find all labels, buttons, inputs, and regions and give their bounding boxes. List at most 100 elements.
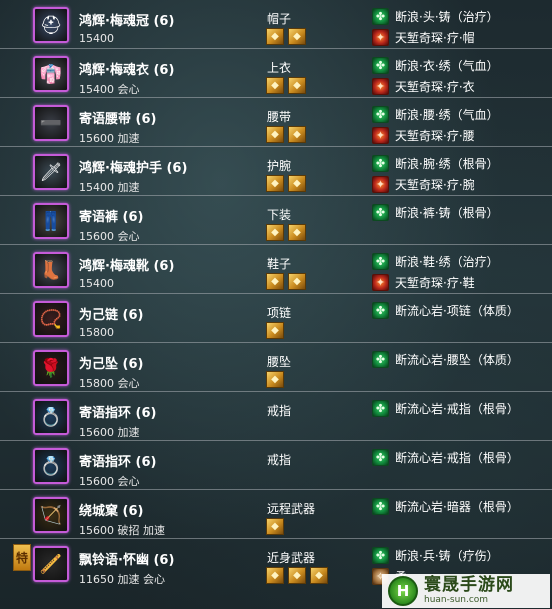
helmet-icon[interactable]: ⛑: [33, 7, 69, 43]
equipment-row[interactable]: ⛑ 鸿辉·梅魂冠 (6) 15400 帽子 ◆ ◆ ✤ 断浪·头·铸（治疗） ✦ 天堑奇琛·疗·帽: [0, 0, 552, 49]
enchant-green-icon[interactable]: ✤: [372, 547, 389, 564]
item-stats: 15600 破招 加速: [79, 524, 165, 537]
boots-icon[interactable]: 👢: [33, 252, 69, 288]
gem-icon[interactable]: ◆: [266, 567, 284, 584]
gem-slots: ◆: [266, 322, 284, 339]
belt-icon[interactable]: ➖: [33, 105, 69, 141]
item-name[interactable]: 鸿辉·梅魂衣 (6): [79, 59, 174, 78]
gem-icon[interactable]: ◆: [266, 28, 284, 45]
item-name[interactable]: 为己坠 (6): [79, 353, 143, 372]
robe-icon[interactable]: 👘: [33, 56, 69, 92]
gem-icon[interactable]: ◆: [288, 126, 306, 143]
slot-name: 远程武器: [267, 502, 316, 516]
gem-icon[interactable]: ◆: [288, 77, 306, 94]
enchant-text: 天堑奇琛·疗·衣: [395, 80, 475, 94]
gem-icon[interactable]: ◆: [310, 567, 328, 584]
enchant-green-icon[interactable]: ✤: [372, 8, 389, 25]
equipment-row[interactable]: 🌹 为己坠 (6) 15800 会心 腰坠 ◆ ✤ 断流心岩·腰坠（体质）: [0, 343, 552, 392]
pendant-icon[interactable]: 🌹: [33, 350, 69, 386]
equipment-row[interactable]: 👢 鸿辉·梅魂靴 (6) 15400 鞋子 ◆ ◆ ✤ 断浪·鞋·绣（治疗） ✦ 天堑奇琛·疗·鞋: [0, 245, 552, 294]
enchant-green-icon[interactable]: ✤: [372, 400, 389, 417]
slot-name: 戒指: [267, 453, 292, 467]
slot-name: 腰带: [267, 110, 292, 124]
gem-icon[interactable]: ◆: [288, 567, 306, 584]
gem-icon[interactable]: ◆: [288, 224, 306, 241]
ranged-weapon-icon[interactable]: 🏹: [33, 497, 69, 533]
enchant-green-icon[interactable]: ✤: [372, 253, 389, 270]
enchant-green-icon[interactable]: ✤: [372, 498, 389, 515]
enchant-green-icon[interactable]: ✤: [372, 449, 389, 466]
enchant-text: 断浪·头·铸（治疗）: [395, 10, 499, 24]
enchant-green-icon[interactable]: ✤: [372, 57, 389, 74]
equipment-row[interactable]: 💍 寄语指环 (6) 15600 会心 戒指 ✤ 断流心岩·戒指（根骨）: [0, 441, 552, 490]
slot-name: 项链: [267, 306, 292, 320]
gem-slots: ◆ ◆: [266, 273, 306, 290]
gem-icon[interactable]: ◆: [266, 322, 284, 339]
enchant-red-icon[interactable]: ✦: [372, 78, 389, 95]
enchant-green-icon[interactable]: ✤: [372, 302, 389, 319]
gem-icon[interactable]: ◆: [288, 273, 306, 290]
bracer-icon[interactable]: 🗡: [33, 154, 69, 190]
necklace-icon[interactable]: 📿: [33, 301, 69, 337]
enchant-red-icon[interactable]: ✦: [372, 127, 389, 144]
enchant-line: ✤ 断流心岩·戒指（根骨）: [372, 449, 519, 466]
enchant-red-icon[interactable]: ✦: [372, 176, 389, 193]
gem-icon[interactable]: ◆: [266, 175, 284, 192]
enchant-green-icon[interactable]: ✤: [372, 204, 389, 221]
watermark-logo-icon: H: [388, 576, 418, 606]
enchant-line: ✤ 断浪·腕·绣（根骨）: [372, 155, 499, 172]
item-name[interactable]: 寄语腰带 (6): [79, 108, 156, 127]
pants-icon[interactable]: 👖: [33, 203, 69, 239]
gem-icon[interactable]: ◆: [266, 371, 284, 388]
slot-name: 腰坠: [267, 355, 292, 369]
enchant-text: 断流心岩·项链（体质）: [395, 304, 519, 318]
equipment-row[interactable]: 💍 寄语指环 (6) 15600 加速 戒指 ✤ 断流心岩·戒指（根骨）: [0, 392, 552, 441]
item-name[interactable]: 寄语指环 (6): [79, 451, 156, 470]
item-name[interactable]: 为己链 (6): [79, 304, 143, 323]
item-name[interactable]: 鸿辉·梅魂护手 (6): [79, 157, 187, 176]
enchant-red-icon[interactable]: ✦: [372, 29, 389, 46]
slot-name: 下装: [267, 208, 292, 222]
ring-icon[interactable]: 💍: [33, 448, 69, 484]
gem-icon[interactable]: ◆: [266, 224, 284, 241]
enchant-text: 天堑奇琛·疗·腰: [395, 129, 475, 143]
equipment-row[interactable]: 🏹 绕城窠 (6) 15600 破招 加速 远程武器 ◆ ✤ 断流心岩·暗器（根骨）: [0, 490, 552, 539]
enchant-text: 断流心岩·暗器（根骨）: [395, 500, 519, 514]
item-name[interactable]: 寄语指环 (6): [79, 402, 156, 421]
gem-icon[interactable]: ◆: [266, 77, 284, 94]
slot-name: 戒指: [267, 404, 292, 418]
enchant-text: 断浪·鞋·绣（治疗）: [395, 255, 499, 269]
enchant-text: 断浪·衣·绣（气血）: [395, 59, 499, 73]
enchant-green-icon[interactable]: ✤: [372, 106, 389, 123]
enchant-line: ✦ 天堑奇琛·疗·帽: [372, 29, 475, 46]
enchant-text: 断流心岩·戒指（根骨）: [395, 402, 519, 416]
enchant-line: ✤ 断流心岩·腰坠（体质）: [372, 351, 519, 368]
gem-icon[interactable]: ◆: [266, 273, 284, 290]
enchant-line: ✤ 断浪·衣·绣（气血）: [372, 57, 499, 74]
gem-icon[interactable]: ◆: [288, 175, 306, 192]
slot-name: 鞋子: [267, 257, 292, 271]
item-name[interactable]: 绕城窠 (6): [79, 500, 143, 519]
equipment-row[interactable]: 📿 为己链 (6) 15800 项链 ◆ ✤ 断流心岩·项链（体质）: [0, 294, 552, 343]
melee-weapon-icon[interactable]: 🪈: [33, 546, 69, 582]
item-name[interactable]: 鸿辉·梅魂冠 (6): [79, 10, 174, 29]
enchant-line: ✤ 断浪·兵·铸（疗伤）: [372, 547, 499, 564]
gem-slots: ◆ ◆: [266, 175, 306, 192]
gem-icon[interactable]: ◆: [266, 518, 284, 535]
equipment-row[interactable]: ➖ 寄语腰带 (6) 15600 加速 腰带 ◆ ◆ ✤ 断浪·腰·绣（气血） ✦ 天堑奇琛·疗·…: [0, 98, 552, 147]
item-name[interactable]: 鸿辉·梅魂靴 (6): [79, 255, 174, 274]
equipment-row[interactable]: 👘 鸿辉·梅魂衣 (6) 15400 会心 上衣 ◆ ◆ ✤ 断浪·衣·绣（气血） ✦ 天堑奇琛·…: [0, 49, 552, 98]
enchant-line: ✦ 天堑奇琛·疗·腰: [372, 127, 475, 144]
item-name[interactable]: 寄语裤 (6): [79, 206, 143, 225]
equipment-row[interactable]: 👖 寄语裤 (6) 15600 会心 下装 ◆ ◆ ✤ 断浪·裤·铸（根骨）: [0, 196, 552, 245]
equipment-row[interactable]: 🗡 鸿辉·梅魂护手 (6) 15400 加速 护腕 ◆ ◆ ✤ 断浪·腕·绣（根骨） ✦ 天堑奇琛…: [0, 147, 552, 196]
enchant-green-icon[interactable]: ✤: [372, 155, 389, 172]
item-stats: 15800: [79, 326, 114, 339]
enchant-red-icon[interactable]: ✦: [372, 274, 389, 291]
ring-icon[interactable]: 💍: [33, 399, 69, 435]
gem-icon[interactable]: ◆: [266, 126, 284, 143]
item-stats: 15600 加速: [79, 426, 140, 439]
enchant-green-icon[interactable]: ✤: [372, 351, 389, 368]
item-name[interactable]: 飘铃语·怀幽 (6): [79, 549, 174, 568]
gem-icon[interactable]: ◆: [288, 28, 306, 45]
